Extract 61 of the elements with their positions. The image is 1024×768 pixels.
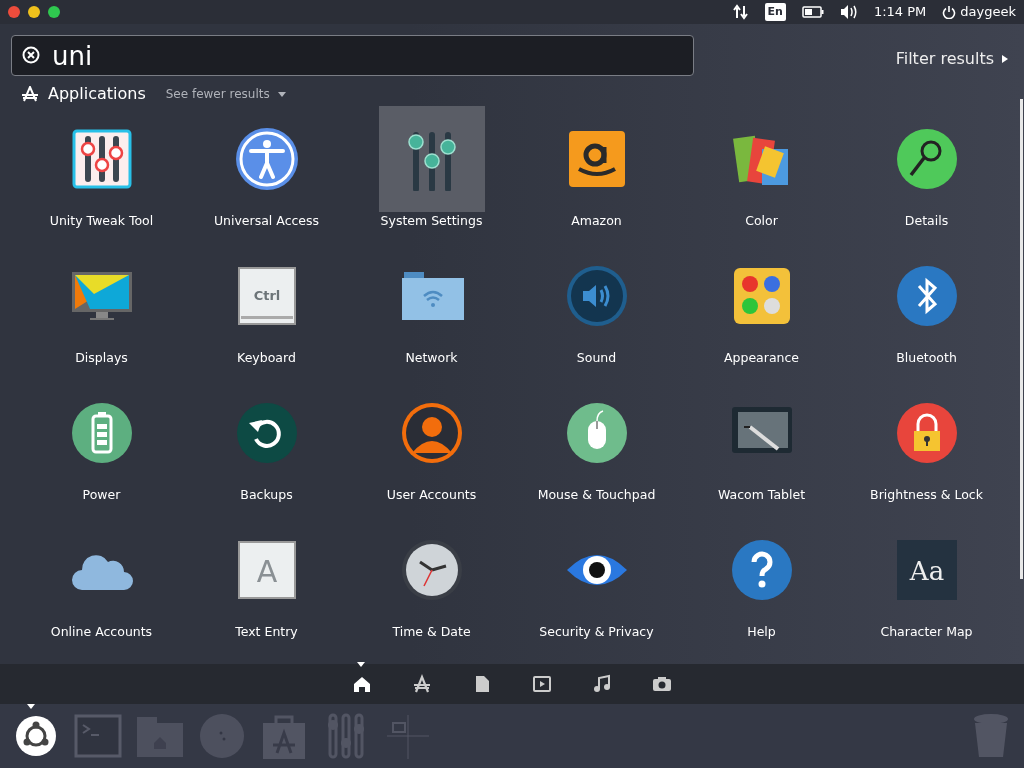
font-glyph-icon: Aa — [894, 538, 959, 602]
keyboard-layout-indicator[interactable]: En — [764, 2, 786, 22]
question-mark-icon — [729, 538, 794, 602]
magnifier-icon — [894, 127, 959, 191]
clock-icon — [399, 538, 464, 602]
scrollbar[interactable] — [1020, 99, 1023, 579]
bluetooth-icon — [894, 264, 959, 328]
app-launcher[interactable]: Help — [679, 517, 844, 647]
app-launcher[interactable]: Ctrl Keyboard — [184, 243, 349, 373]
close-button[interactable] — [8, 6, 20, 18]
app-launcher[interactable]: Amazon — [514, 106, 679, 236]
user-name[interactable]: daygeek — [960, 2, 1016, 22]
app-launcher[interactable]: Displays — [19, 243, 184, 373]
app-launcher[interactable]: Universal Access — [184, 106, 349, 236]
film-icon — [532, 674, 552, 694]
clock-icon — [197, 711, 247, 761]
applications-category-icon — [22, 86, 38, 102]
minimize-button[interactable] — [28, 6, 40, 18]
app-launcher[interactable]: Mouse & Touchpad — [514, 380, 679, 510]
see-fewer-results-button[interactable]: See fewer results — [159, 84, 292, 104]
app-launcher[interactable]: Brightness & Lock — [844, 380, 1009, 510]
app-launcher[interactable]: A Text Entry — [184, 517, 349, 647]
app-launcher[interactable]: Unity Tweak Tool — [19, 106, 184, 236]
camera-icon — [652, 674, 672, 694]
filter-results-button[interactable]: Filter results — [895, 41, 1024, 76]
app-launcher[interactable]: Details — [844, 106, 1009, 236]
music-note-icon — [592, 674, 612, 694]
app-launcher[interactable]: Appearance — [679, 243, 844, 373]
volume-icon[interactable] — [839, 4, 858, 20]
home-icon — [352, 674, 372, 694]
clock-indicator[interactable]: 1:14 PM — [873, 2, 927, 22]
battery-icon[interactable] — [801, 6, 824, 18]
speaker-icon — [564, 264, 629, 328]
caret-icon — [1002, 54, 1008, 63]
network-arrows-icon[interactable] — [732, 4, 749, 20]
app-launcher[interactable]: Color — [679, 106, 844, 236]
app-launcher[interactable]: Online Accounts — [19, 517, 184, 647]
app-launcher[interactable]: Power — [19, 380, 184, 510]
app-launcher[interactable]: User Accounts — [349, 380, 514, 510]
app-launcher[interactable]: Security & Privacy — [514, 517, 679, 647]
battery-icon — [69, 401, 134, 465]
app-launcher[interactable]: Backups — [184, 380, 349, 510]
padlock-icon — [894, 401, 959, 465]
category-title: Applications — [48, 83, 146, 105]
accessibility-icon — [234, 127, 299, 191]
app-launcher[interactable]: Aa Character Map — [844, 517, 1009, 647]
caret-icon — [277, 91, 286, 97]
app-launcher[interactable]: Network — [349, 243, 514, 373]
running-indicator-icon — [27, 704, 35, 709]
app-launcher[interactable]: Wacom Tablet — [679, 380, 844, 510]
search-field[interactable]: uni — [11, 35, 694, 76]
applications-icon — [412, 674, 432, 694]
clear-icon[interactable] — [22, 46, 40, 64]
app-launcher[interactable]: Time & Date — [349, 517, 514, 647]
app-launcher[interactable]: Bluetooth — [844, 243, 1009, 373]
power-icon[interactable] — [942, 5, 957, 19]
app-launcher[interactable]: Sound — [514, 243, 679, 373]
mouse-icon — [564, 401, 629, 465]
person-icon — [399, 401, 464, 465]
selection-indicator-icon — [357, 662, 365, 667]
maximize-button[interactable] — [48, 6, 60, 18]
